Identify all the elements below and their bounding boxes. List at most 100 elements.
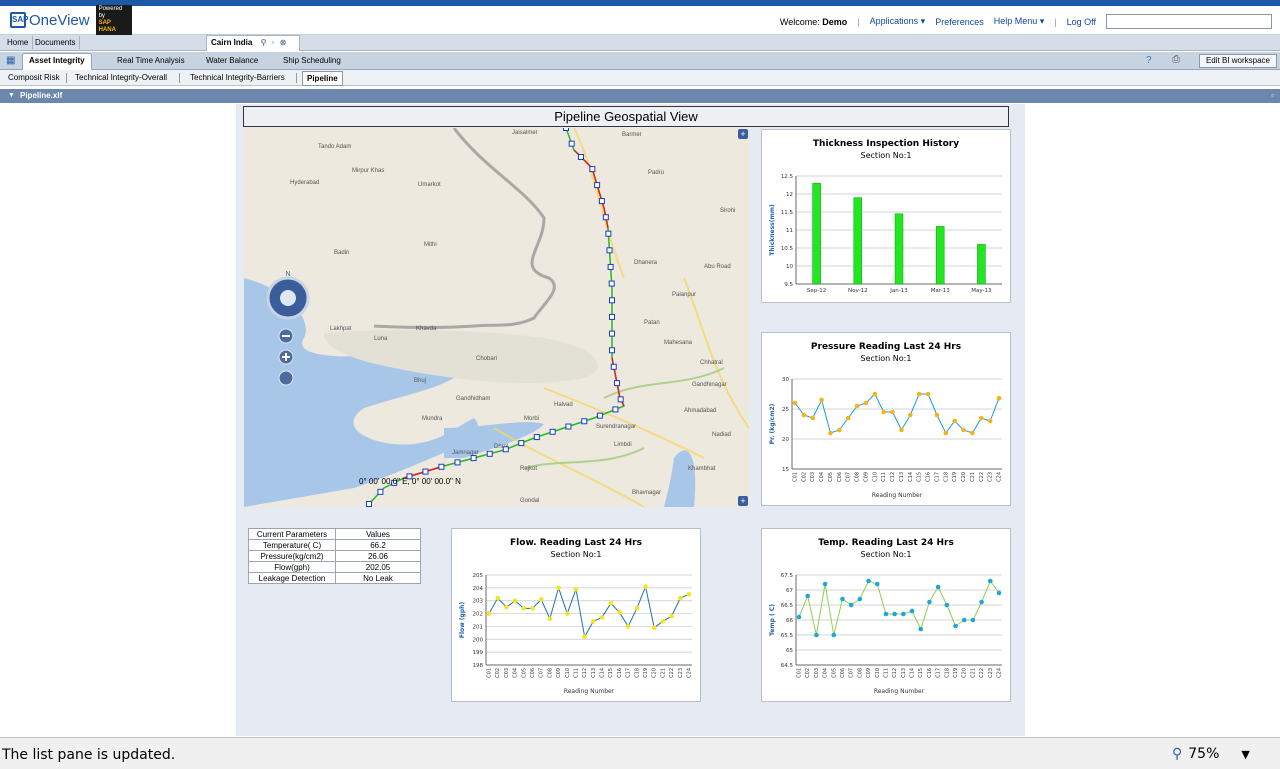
- table-header-row: Current Parameters Values: [248, 528, 421, 540]
- x-tick-label: C19: [643, 668, 649, 678]
- data-point: [845, 415, 851, 421]
- map-place-label: Surendranagar: [596, 424, 636, 430]
- applications-menu[interactable]: Applications ▾: [870, 16, 926, 27]
- x-tick-label: C18: [943, 472, 949, 482]
- header-search-input[interactable]: [1106, 14, 1272, 29]
- zoom-control[interactable]: ⚲ 75% ▼: [1172, 746, 1250, 762]
- pan-center-icon[interactable]: [280, 290, 296, 306]
- pipeline-map[interactable]: Hyderabad Tando Adam Mirpur Khas Umarkot Mit…: [244, 128, 749, 507]
- data-point: [944, 602, 950, 608]
- pipeline-node-icon: [578, 154, 585, 161]
- restore-icon[interactable]: ▫: [272, 38, 275, 47]
- y-tick-label: 66: [786, 618, 793, 624]
- maximize-icon[interactable]: ▫: [1271, 89, 1274, 103]
- x-tick-label: C04: [823, 668, 829, 678]
- x-tick-label: C16: [927, 668, 933, 678]
- tab-cairn-india[interactable]: Cairn India ⚲ ▫ ⊗: [206, 35, 300, 51]
- y-tick-label: 201: [473, 624, 484, 630]
- help-icon[interactable]: ?: [1146, 55, 1152, 66]
- data-point: [625, 624, 631, 629]
- table-row: Leakage Detection No Leak: [248, 572, 421, 584]
- tab-technical-integrity-overall[interactable]: Technical Integrity-Overall: [71, 71, 171, 84]
- map-canvas[interactable]: Hyderabad Tando Adam Mirpur Khas Umarkot Mit…: [244, 128, 749, 507]
- tab-home[interactable]: Home: [3, 36, 34, 49]
- data-point: [660, 618, 666, 624]
- gulf-of-khambhat: [664, 450, 696, 507]
- powered-by-line: Powered by: [98, 6, 123, 19]
- map-place-label: Patan: [644, 320, 660, 326]
- pipeline-node-icon: [609, 313, 615, 320]
- x-tick-label: C09: [863, 472, 869, 482]
- tab-ship-scheduling[interactable]: Ship Scheduling: [277, 54, 347, 68]
- data-point: [828, 430, 833, 436]
- tab-real-time-analysis[interactable]: Real Time Analysis: [111, 54, 191, 68]
- data-point: [556, 585, 561, 591]
- tab-documents[interactable]: Documents: [31, 36, 81, 49]
- x-tick-label: C13: [901, 668, 907, 678]
- tab-pipeline[interactable]: Pipeline: [302, 71, 343, 86]
- zoom-dropdown-icon[interactable]: ▼: [1241, 748, 1249, 761]
- tab-composit-risk[interactable]: Composit Risk: [4, 71, 64, 84]
- table-cell: No Leak: [335, 572, 421, 584]
- oneview-logo[interactable]: SAP OneView Powered by SAP HANA: [10, 5, 132, 35]
- map-title: Pipeline Geospatial View: [243, 106, 1009, 127]
- help-menu[interactable]: Help Menu ▾: [994, 16, 1045, 27]
- edit-bi-workspace-button[interactable]: Edit BI workspace: [1198, 54, 1277, 68]
- data-point: [547, 616, 553, 622]
- print-icon[interactable]: ⎙: [1172, 54, 1180, 65]
- x-tick-label: Jan-13: [889, 288, 908, 294]
- sap-hana-line: SAP HANA: [98, 20, 116, 33]
- data-point: [872, 391, 878, 397]
- map-place-label: Bhuj: [414, 378, 426, 384]
- map-place-label: Chhatral: [700, 360, 723, 366]
- pipeline-node-icon: [486, 450, 493, 457]
- tab-asset-integrity[interactable]: Asset Integrity: [22, 53, 92, 70]
- y-axis-label: Thickness(mm): [769, 204, 776, 256]
- map-coordinates: 0° 00' 00.0" E, 0° 00' 00.0" N: [359, 477, 461, 486]
- international-border: [373, 128, 556, 329]
- data-point: [504, 604, 509, 610]
- data-point: [840, 596, 845, 602]
- x-tick-label: C05: [831, 668, 837, 678]
- map-place-label: Mithi: [424, 242, 437, 248]
- tab-water-balance[interactable]: Water Balance: [200, 54, 264, 68]
- data-point: [512, 598, 518, 604]
- data-point: [927, 599, 932, 605]
- data-point: [643, 584, 648, 589]
- y-tick-label: 15: [782, 467, 789, 473]
- preferences-link[interactable]: Preferences: [935, 17, 984, 27]
- zoom-reset-icon[interactable]: [278, 370, 294, 386]
- pipeline-node-icon: [612, 406, 619, 413]
- table-row: Pressure(kg/cm2) 26.06: [248, 550, 421, 562]
- y-tick-label: 25: [782, 407, 789, 413]
- user-name: Demo: [822, 16, 848, 27]
- data-point: [591, 618, 596, 624]
- x-tick-label: C19: [952, 472, 958, 482]
- collapse-icon[interactable]: ▼: [8, 89, 15, 103]
- data-point: [908, 412, 913, 418]
- grid-menu-icon[interactable]: ▦: [6, 55, 18, 66]
- close-icon[interactable]: ⊗: [280, 38, 287, 47]
- pipeline-node-icon: [589, 166, 596, 173]
- map-place-label: Khambhat: [688, 466, 716, 472]
- table-header-cell: Current Parameters: [248, 528, 336, 540]
- x-tick-label: C11: [881, 472, 887, 482]
- powered-by-badge: Powered by SAP HANA: [95, 5, 132, 35]
- module-tab-bar: ▦ Asset Integrity Real Time Analysis Wat…: [0, 52, 1280, 70]
- data-point: [530, 606, 535, 611]
- x-tick-label: C23: [988, 472, 994, 482]
- map-place-label: Mirpur Khas: [352, 168, 384, 174]
- pane-title: Pipeline.xlf: [20, 91, 63, 100]
- x-tick-label: C12: [890, 472, 896, 482]
- tab-technical-integrity-barriers[interactable]: Technical Integrity-Barriers: [186, 71, 289, 84]
- x-tick-label: C23: [678, 668, 684, 678]
- divider: [296, 73, 297, 83]
- log-off-link[interactable]: Log Off: [1067, 17, 1096, 27]
- x-tick-label: C22: [979, 472, 985, 482]
- x-tick-label: C06: [840, 668, 846, 678]
- pin-icon[interactable]: ⚲: [261, 38, 267, 47]
- flow-chart-card: Flow. Reading Last 24 Hrs Section No:1 1…: [451, 528, 701, 702]
- x-tick-label: C17: [936, 668, 942, 678]
- y-axis-label: Temp ( C): [769, 604, 776, 636]
- data-point: [863, 400, 869, 406]
